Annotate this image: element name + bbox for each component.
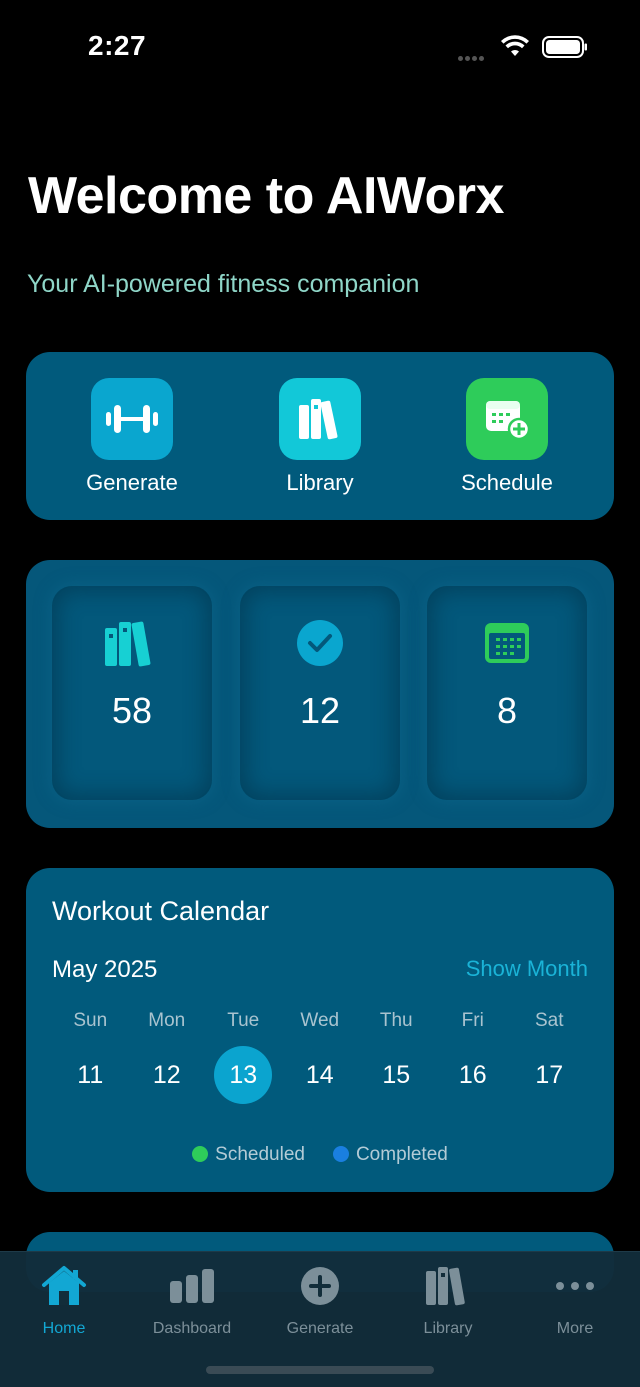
weekday-label: Tue: [227, 1010, 260, 1031]
date-cell[interactable]: 16: [435, 1046, 512, 1104]
home-icon: [0, 1264, 128, 1308]
calendar-title: Workout Calendar: [52, 896, 270, 926]
date-cell[interactable]: 17: [511, 1046, 588, 1104]
weekday-label: Fri: [461, 1010, 484, 1031]
status-time: 2:27: [88, 30, 147, 61]
date-number: 11: [77, 1060, 104, 1089]
show-month-button[interactable]: Show Month: [466, 956, 588, 982]
tab-library[interactable]: Library: [384, 1264, 512, 1338]
plus-circle-icon: [256, 1264, 384, 1308]
calendar-legend: Scheduled Completed: [26, 1144, 614, 1166]
books-icon: [384, 1264, 512, 1308]
tab-home[interactable]: Home: [0, 1264, 128, 1338]
status-bar: 2:27: [0, 0, 640, 96]
generate-action-label: Generate: [86, 470, 178, 495]
stat-completed-value: 12: [299, 690, 341, 731]
tab-dashboard[interactable]: Dashboard: [128, 1264, 256, 1338]
signal-icon: [458, 48, 492, 61]
weekday-row: Sun Mon Tue Wed Thu Fri Sat: [52, 1010, 588, 1032]
schedule-action-button[interactable]: Schedule: [437, 378, 577, 496]
tab-label: Dashboard: [152, 1320, 232, 1337]
quick-actions-card: Generate Library Schedule: [26, 352, 614, 520]
legend-completed: Completed: [332, 1144, 448, 1166]
legend-label: Completed: [355, 1144, 448, 1165]
books-icon: [52, 618, 212, 668]
calendar-month: May 2025: [52, 956, 158, 983]
tab-generate[interactable]: Generate: [256, 1264, 384, 1338]
scheduled-dot-icon: [192, 1146, 209, 1162]
library-action-label: Library: [286, 470, 354, 495]
books-icon: [279, 378, 361, 460]
tab-label: Library: [423, 1320, 473, 1337]
date-cell[interactable]: 15: [358, 1046, 435, 1104]
weekday-label: Sat: [534, 1010, 564, 1031]
stat-scheduled[interactable]: 8: [427, 586, 587, 800]
date-number: 15: [382, 1060, 411, 1089]
workout-calendar-card: Workout Calendar May 2025 Show Month Sun…: [26, 868, 614, 1192]
weekday-label: Mon: [148, 1010, 186, 1031]
date-number: 13: [214, 1046, 273, 1104]
calendar-add-icon: [466, 378, 548, 460]
stat-workouts-value: 58: [111, 690, 153, 731]
date-row: 11 12 13 14 15 16 17: [52, 1046, 588, 1104]
date-cell-selected[interactable]: 13: [205, 1046, 282, 1104]
weekday-label: Wed: [300, 1010, 340, 1031]
wifi-icon: [500, 34, 530, 63]
tab-label: Generate: [286, 1320, 354, 1337]
legend-label: Scheduled: [215, 1144, 305, 1165]
date-number: 17: [535, 1060, 564, 1089]
generate-action-button[interactable]: Generate: [62, 378, 202, 496]
calendar-icon: [427, 618, 587, 668]
dumbbell-icon: [91, 378, 173, 460]
page-subtitle: Your AI-powered fitness companion: [27, 270, 420, 298]
date-cell[interactable]: 14: [282, 1046, 359, 1104]
tab-label: More: [556, 1320, 594, 1337]
date-number: 12: [152, 1060, 181, 1089]
page-title: Welcome to AIWorx: [28, 167, 504, 225]
date-number: 16: [458, 1060, 487, 1089]
more-icon: [511, 1264, 639, 1308]
stat-workouts[interactable]: 58: [52, 586, 212, 800]
battery-icon: [542, 36, 588, 63]
stat-scheduled-value: 8: [496, 690, 518, 731]
legend-scheduled: Scheduled: [192, 1144, 305, 1166]
completed-dot-icon: [332, 1146, 349, 1162]
weekday-label: Thu: [379, 1010, 413, 1031]
tab-more[interactable]: More: [511, 1264, 639, 1338]
date-cell[interactable]: 12: [129, 1046, 206, 1104]
schedule-action-label: Schedule: [461, 470, 553, 495]
weekday-label: Sun: [73, 1010, 108, 1031]
stat-completed[interactable]: 12: [240, 586, 400, 800]
checkmark-icon: [240, 618, 400, 668]
date-cell[interactable]: 11: [52, 1046, 129, 1104]
tab-label: Home: [42, 1320, 86, 1337]
home-indicator: [206, 1366, 434, 1374]
library-action-button[interactable]: Library: [250, 378, 390, 496]
chart-icon: [128, 1264, 256, 1308]
date-number: 14: [305, 1060, 334, 1089]
stats-card: 58 12 8: [26, 560, 614, 828]
